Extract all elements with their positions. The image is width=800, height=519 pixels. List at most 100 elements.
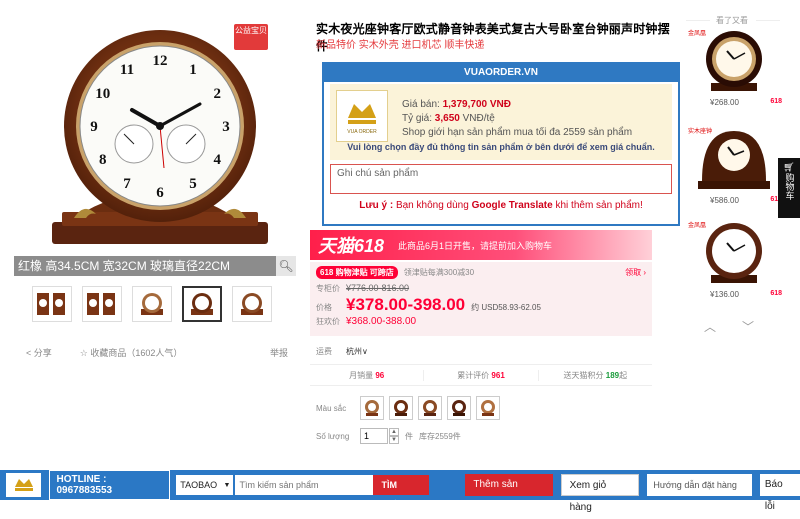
color-swatch[interactable] [360, 396, 384, 420]
recommend-image[interactable]: 实木座钟 [686, 124, 782, 194]
chevron-down-icon: ▼ [223, 481, 231, 489]
zoom-icon[interactable]: 🔍︎ [276, 256, 296, 276]
recommend-price: ¥586.00 [710, 196, 739, 205]
product-subtitle: 新品特价 实木外壳 进口机芯 顺丰快递 [316, 40, 485, 51]
charity-badge: 公益宝贝 [234, 24, 268, 50]
search-input[interactable] [235, 475, 374, 495]
stock-count: 库存2559件 [419, 431, 461, 441]
clock-numeral: 7 [123, 176, 131, 192]
product-note-field[interactable]: Ghi chú sản phẩm [330, 164, 672, 194]
price-panel: 618 购物津贴 可跨店 领津贴每满300减30 领取 › 专柜价 ¥776.0… [310, 262, 652, 336]
claim-coupon-link[interactable]: 领取 › [625, 267, 646, 278]
tmall-logo: 天猫618 [318, 236, 385, 256]
clock-numeral: 6 [156, 185, 164, 201]
promo-price: ¥368.00-388.00 [346, 316, 417, 327]
clock-illustration: 12 12 3 45 6 78 9 10 11 [52, 30, 268, 244]
price-line: Giá bán: 1,379,700 VNĐ [402, 99, 511, 110]
shipping-location[interactable]: 杭州∨ [346, 346, 368, 357]
order-guide-field[interactable]: Hướng dẫn đặt hàng [647, 474, 752, 496]
original-price: ¥776.00-816.00 [346, 283, 410, 293]
tmall-points: 送天猫积分 189起 [563, 370, 628, 380]
thumbnail[interactable] [82, 286, 122, 322]
share-row: < 分享 ☆ 收藏商品（1602人气） 举报 [26, 346, 288, 359]
clock-numeral: 5 [189, 176, 197, 192]
thumbnail[interactable] [132, 286, 172, 322]
favorite-link[interactable]: ☆ 收藏商品（1602人气） [80, 346, 197, 359]
select-notice: Vui lòng chọn đầy đủ thông tin sản phẩm … [347, 142, 655, 152]
cart-icon: 🛒︎ [783, 162, 795, 172]
thumbnail[interactable] [232, 286, 272, 322]
clock-numeral: 4 [213, 152, 221, 168]
recommend-item[interactable]: 金凤凰 ¥136.00 618 [686, 218, 782, 299]
increase-icon[interactable]: ▲ [389, 428, 399, 436]
thumbnail-selected[interactable] [182, 286, 222, 322]
recommend-title: 看了又看 [716, 16, 748, 25]
image-caption: 红橡 高34.5CM 宽32CM 玻璃直径22CM 🔍︎ [14, 256, 296, 276]
decrease-icon[interactable]: ▼ [389, 436, 399, 444]
quantity-unit: 件 [405, 431, 413, 441]
side-cart-tab[interactable]: 🛒︎ 购物车 [778, 158, 800, 218]
usd-price: 约 USD58.93-62.05 [471, 303, 541, 312]
recommend-price: ¥268.00 [710, 98, 739, 107]
color-selector: Màu sắc [316, 396, 505, 420]
color-swatch[interactable] [418, 396, 442, 420]
vuaorder-header: VUAORDER.VN [324, 64, 678, 82]
chevron-up-icon[interactable]: ︿ [704, 318, 716, 335]
clock-numeral: 8 [99, 152, 107, 168]
recommend-item[interactable]: 金凤凰 ¥268.00 618 [686, 26, 782, 107]
tmall-618-banner: 天猫618 此商品6月1日开售，请提前加入购物车 [310, 230, 652, 260]
rate-line: Tỷ giá: 3,650 VNĐ/tệ [402, 113, 495, 124]
color-swatch[interactable] [447, 396, 471, 420]
clock-numeral: 10 [95, 86, 110, 102]
clock-numeral: 2 [213, 86, 221, 102]
search-button[interactable]: TÌM KIẾM [373, 475, 430, 510]
clock-numeral: 9 [90, 119, 98, 135]
source-select[interactable]: TAOBAO ▼ [176, 475, 234, 495]
current-price: ¥378.00-398.00 [346, 295, 466, 314]
vuaorder-price-box: VUA ORDER Giá bán: 1,379,700 VNĐ Tỷ giá:… [330, 84, 672, 160]
share-link[interactable]: < 分享 [26, 346, 66, 359]
vuaorder-panel: VUAORDER.VN VUA ORDER Giá bán: 1,379,700… [322, 62, 680, 226]
monthly-sales: 月销量 96 [310, 369, 425, 381]
clock-numeral: 11 [120, 62, 134, 78]
quantity-input[interactable] [360, 428, 388, 444]
color-swatch[interactable] [389, 396, 413, 420]
clock-numeral: 12 [153, 53, 168, 69]
recommend-price: ¥136.00 [710, 290, 739, 299]
original-price-row: 专柜价 ¥776.00-816.00 [316, 283, 410, 293]
recommend-nav: ︿ ﹀ [704, 318, 754, 335]
svg-text:VUA ORDER: VUA ORDER [347, 129, 377, 135]
vuaorder-toolbar: HOTLINE : 0967883553 TAOBAO▼ TÌM KIẾM Th… [0, 470, 800, 513]
recommend-image[interactable]: 金凤凰 [686, 218, 782, 288]
current-price-row: 价格 ¥378.00-398.00 约 USD58.93-62.05 [316, 295, 541, 314]
add-product-button[interactable]: Thêm sản phẩm [465, 474, 553, 512]
recommend-item[interactable]: 实木座钟 ¥586.00 618 [686, 124, 782, 205]
color-swatch[interactable] [476, 396, 500, 420]
thumbnail-strip [32, 286, 272, 322]
recommend-image[interactable]: 金凤凰 [686, 26, 782, 96]
color-label: Màu sắc [316, 403, 347, 413]
thumbnail[interactable] [32, 286, 72, 322]
promo-price-row: 狂欢价 ¥368.00-388.00 [316, 316, 417, 327]
main-product-image[interactable]: 12 1 2 3 4 5 6 7 8 9 10 11 [14, 22, 296, 254]
review-count[interactable]: 累计评价 961 [424, 369, 539, 381]
quantity-stepper[interactable]: ▲ ▼ [389, 428, 399, 444]
hotline: HOTLINE : 0967883553 [49, 470, 171, 500]
chevron-down-icon[interactable]: ﹀ [742, 318, 754, 335]
vuaorder-lines: Giá bán: 1,379,700 VNĐ Tỷ giá: 3,650 VNĐ… [402, 98, 632, 140]
stats-bar: 月销量 96 累计评价 961 送天猫积分 189起 [310, 364, 652, 386]
warning-text: Lưu ý : Bạn không dùng Google Translate … [359, 200, 643, 211]
report-error-button[interactable]: Báo lỗi [759, 474, 800, 512]
shipping-row: 运费 杭州∨ [316, 346, 368, 357]
report-link[interactable]: 举报 [270, 346, 288, 359]
side-cart-label: 购物车 [784, 173, 795, 200]
clock-numeral: 1 [189, 62, 197, 78]
limit-line: Shop giới hạn sản phẩm mua tối đa 2559 s… [402, 127, 633, 138]
promo-text: 领津贴每满300减30 [403, 268, 475, 277]
clock-numeral: 3 [222, 119, 230, 135]
caption-text: 红橡 高34.5CM 宽32CM 玻璃直径22CM [18, 259, 231, 273]
promo-row: 618 购物津贴 可跨店 领津贴每满300减30 领取 › [316, 266, 646, 279]
promo-tag: 618 购物津贴 可跨店 [316, 266, 398, 279]
presale-message: 此商品6月1日开售，请提前加入购物车 [398, 240, 553, 251]
view-cart-button[interactable]: Xem giỏ hàng [560, 474, 640, 513]
